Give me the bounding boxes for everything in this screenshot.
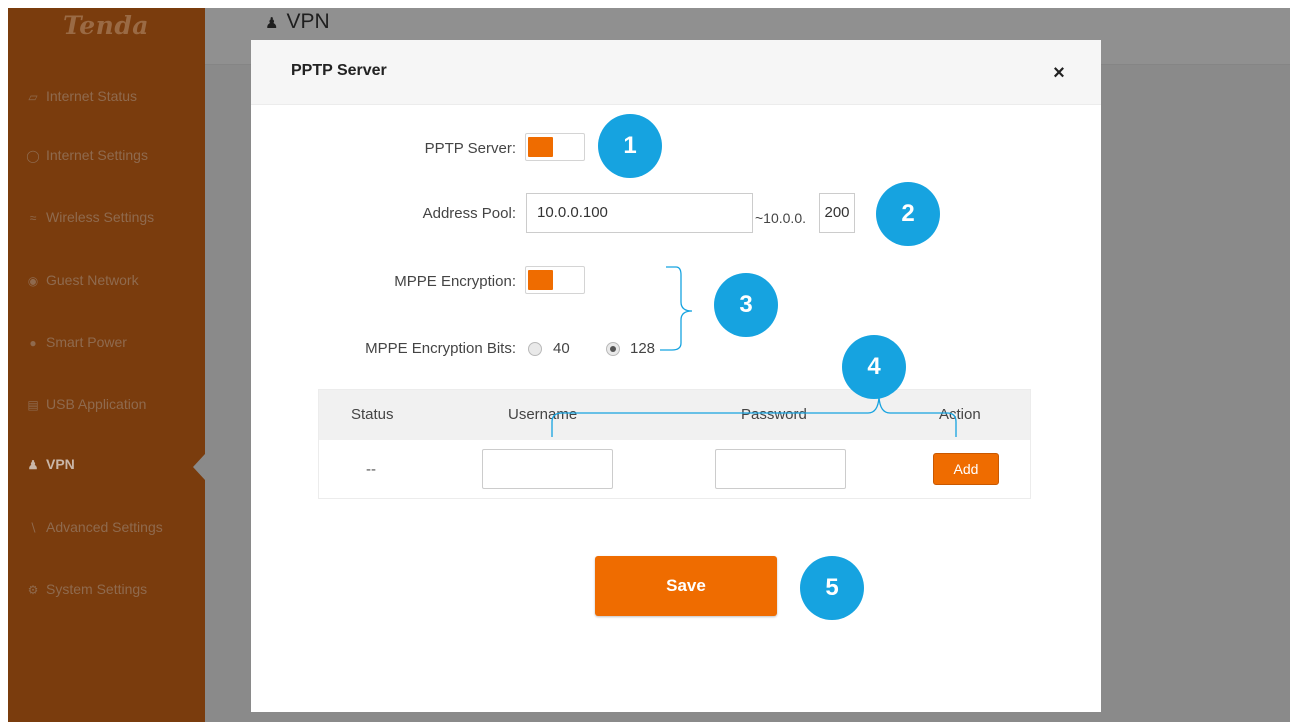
pptp-server-label: PPTP Server: xyxy=(424,140,516,157)
close-button[interactable]: × xyxy=(1047,61,1071,85)
column-header-status: Status xyxy=(351,406,394,423)
mppe-bits-40-label: 40 xyxy=(553,340,570,357)
callout-4: 4 xyxy=(842,335,906,399)
mppe-bits-40-radio[interactable] xyxy=(528,342,542,356)
sidebar-item-label: Smart Power xyxy=(46,334,127,350)
address-pool-label: Address Pool: xyxy=(422,205,516,222)
mppe-bits-128-label: 128 xyxy=(630,340,656,357)
bulb-icon: ● xyxy=(29,336,37,350)
sidebar-item-label: Guest Network xyxy=(46,272,139,288)
sidebar-item-label: Wireless Settings xyxy=(46,209,155,225)
sidebar-item-system-settings[interactable]: ⚙ System Settings xyxy=(26,576,148,602)
guest-icon: ◉ xyxy=(27,274,39,288)
callout-5: 5 xyxy=(800,556,864,620)
save-button[interactable]: Save xyxy=(595,556,777,616)
address-pool-end-input[interactable]: 200 xyxy=(819,193,855,233)
column-header-action: Action xyxy=(939,406,981,423)
status-cell: -- xyxy=(366,461,376,478)
sidebar-item-label: USB Application xyxy=(46,396,147,412)
tenda-logo: Tenda xyxy=(63,11,149,40)
usb-icon: ▤ xyxy=(27,398,39,412)
sidebar-item-internet-status[interactable]: ▱ Internet Status xyxy=(26,83,137,109)
toggle-on-indicator xyxy=(528,270,553,290)
active-nav-pointer xyxy=(193,454,205,480)
wifi-icon: ≈ xyxy=(29,211,37,225)
mppe-encryption-label: MPPE Encryption: xyxy=(394,273,516,290)
mppe-encryption-toggle[interactable] xyxy=(525,266,585,294)
dialog-title: PPTP Server xyxy=(291,62,387,79)
table-header: Status Username Password Action xyxy=(319,390,1030,440)
pptp-server-dialog: PPTP Server × PPTP Server: Address Pool:… xyxy=(251,40,1101,712)
toggle-on-indicator xyxy=(528,137,553,157)
sidebar-item-vpn[interactable]: ♟ VPN xyxy=(26,451,75,477)
page-title: ♟ VPN xyxy=(265,10,330,34)
sidebar-item-usb-application[interactable]: ▤ USB Application xyxy=(26,391,146,417)
vpn-icon: ♟ xyxy=(265,15,279,32)
add-button[interactable]: Add xyxy=(933,453,999,485)
column-header-username: Username xyxy=(508,406,578,423)
sidebar-item-wireless-settings[interactable]: ≈ Wireless Settings xyxy=(26,204,154,230)
dialog-header: PPTP Server × xyxy=(251,40,1101,105)
sidebar-item-smart-power[interactable]: ● Smart Power xyxy=(26,329,127,355)
sidebar-item-label: VPN xyxy=(46,456,75,472)
sidebar: Tenda ▱ Internet Status ◯ Internet Setting… xyxy=(8,8,205,722)
mppe-bits-128-radio[interactable] xyxy=(606,342,620,356)
users-table: Status Username Password Action -- Add xyxy=(318,389,1031,499)
pptp-server-toggle[interactable] xyxy=(525,133,585,161)
globe-icon: ◯ xyxy=(26,149,40,163)
sidebar-item-label: Internet Status xyxy=(46,88,138,104)
sidebar-item-guest-network[interactable]: ◉ Guest Network xyxy=(26,267,139,293)
column-header-password: Password xyxy=(741,406,807,423)
username-input[interactable] xyxy=(482,449,613,489)
callout-1: 1 xyxy=(598,114,662,178)
address-pool-start-input[interactable]: 10.0.0.100 xyxy=(526,193,753,233)
sidebar-item-advanced-settings[interactable]: ∖ Advanced Settings xyxy=(26,514,163,540)
page-title-text: VPN xyxy=(286,10,330,33)
sidebar-item-label: System Settings xyxy=(46,581,148,597)
sidebar-item-label: Advanced Settings xyxy=(46,519,163,535)
monitor-icon: ▱ xyxy=(28,90,38,104)
sidebar-item-internet-settings[interactable]: ◯ Internet Settings xyxy=(26,142,148,168)
callout-2: 2 xyxy=(876,182,940,246)
sidebar-item-label: Internet Settings xyxy=(46,147,148,163)
vpn-icon: ♟ xyxy=(27,458,39,472)
mppe-bits-label: MPPE Encryption Bits: xyxy=(365,340,516,357)
wrench-icon: ∖ xyxy=(29,521,37,535)
callout-3: 3 xyxy=(714,273,778,337)
gear-icon: ⚙ xyxy=(27,583,39,597)
password-input[interactable] xyxy=(715,449,846,489)
address-pool-prefix: ~10.0.0. xyxy=(755,210,806,226)
